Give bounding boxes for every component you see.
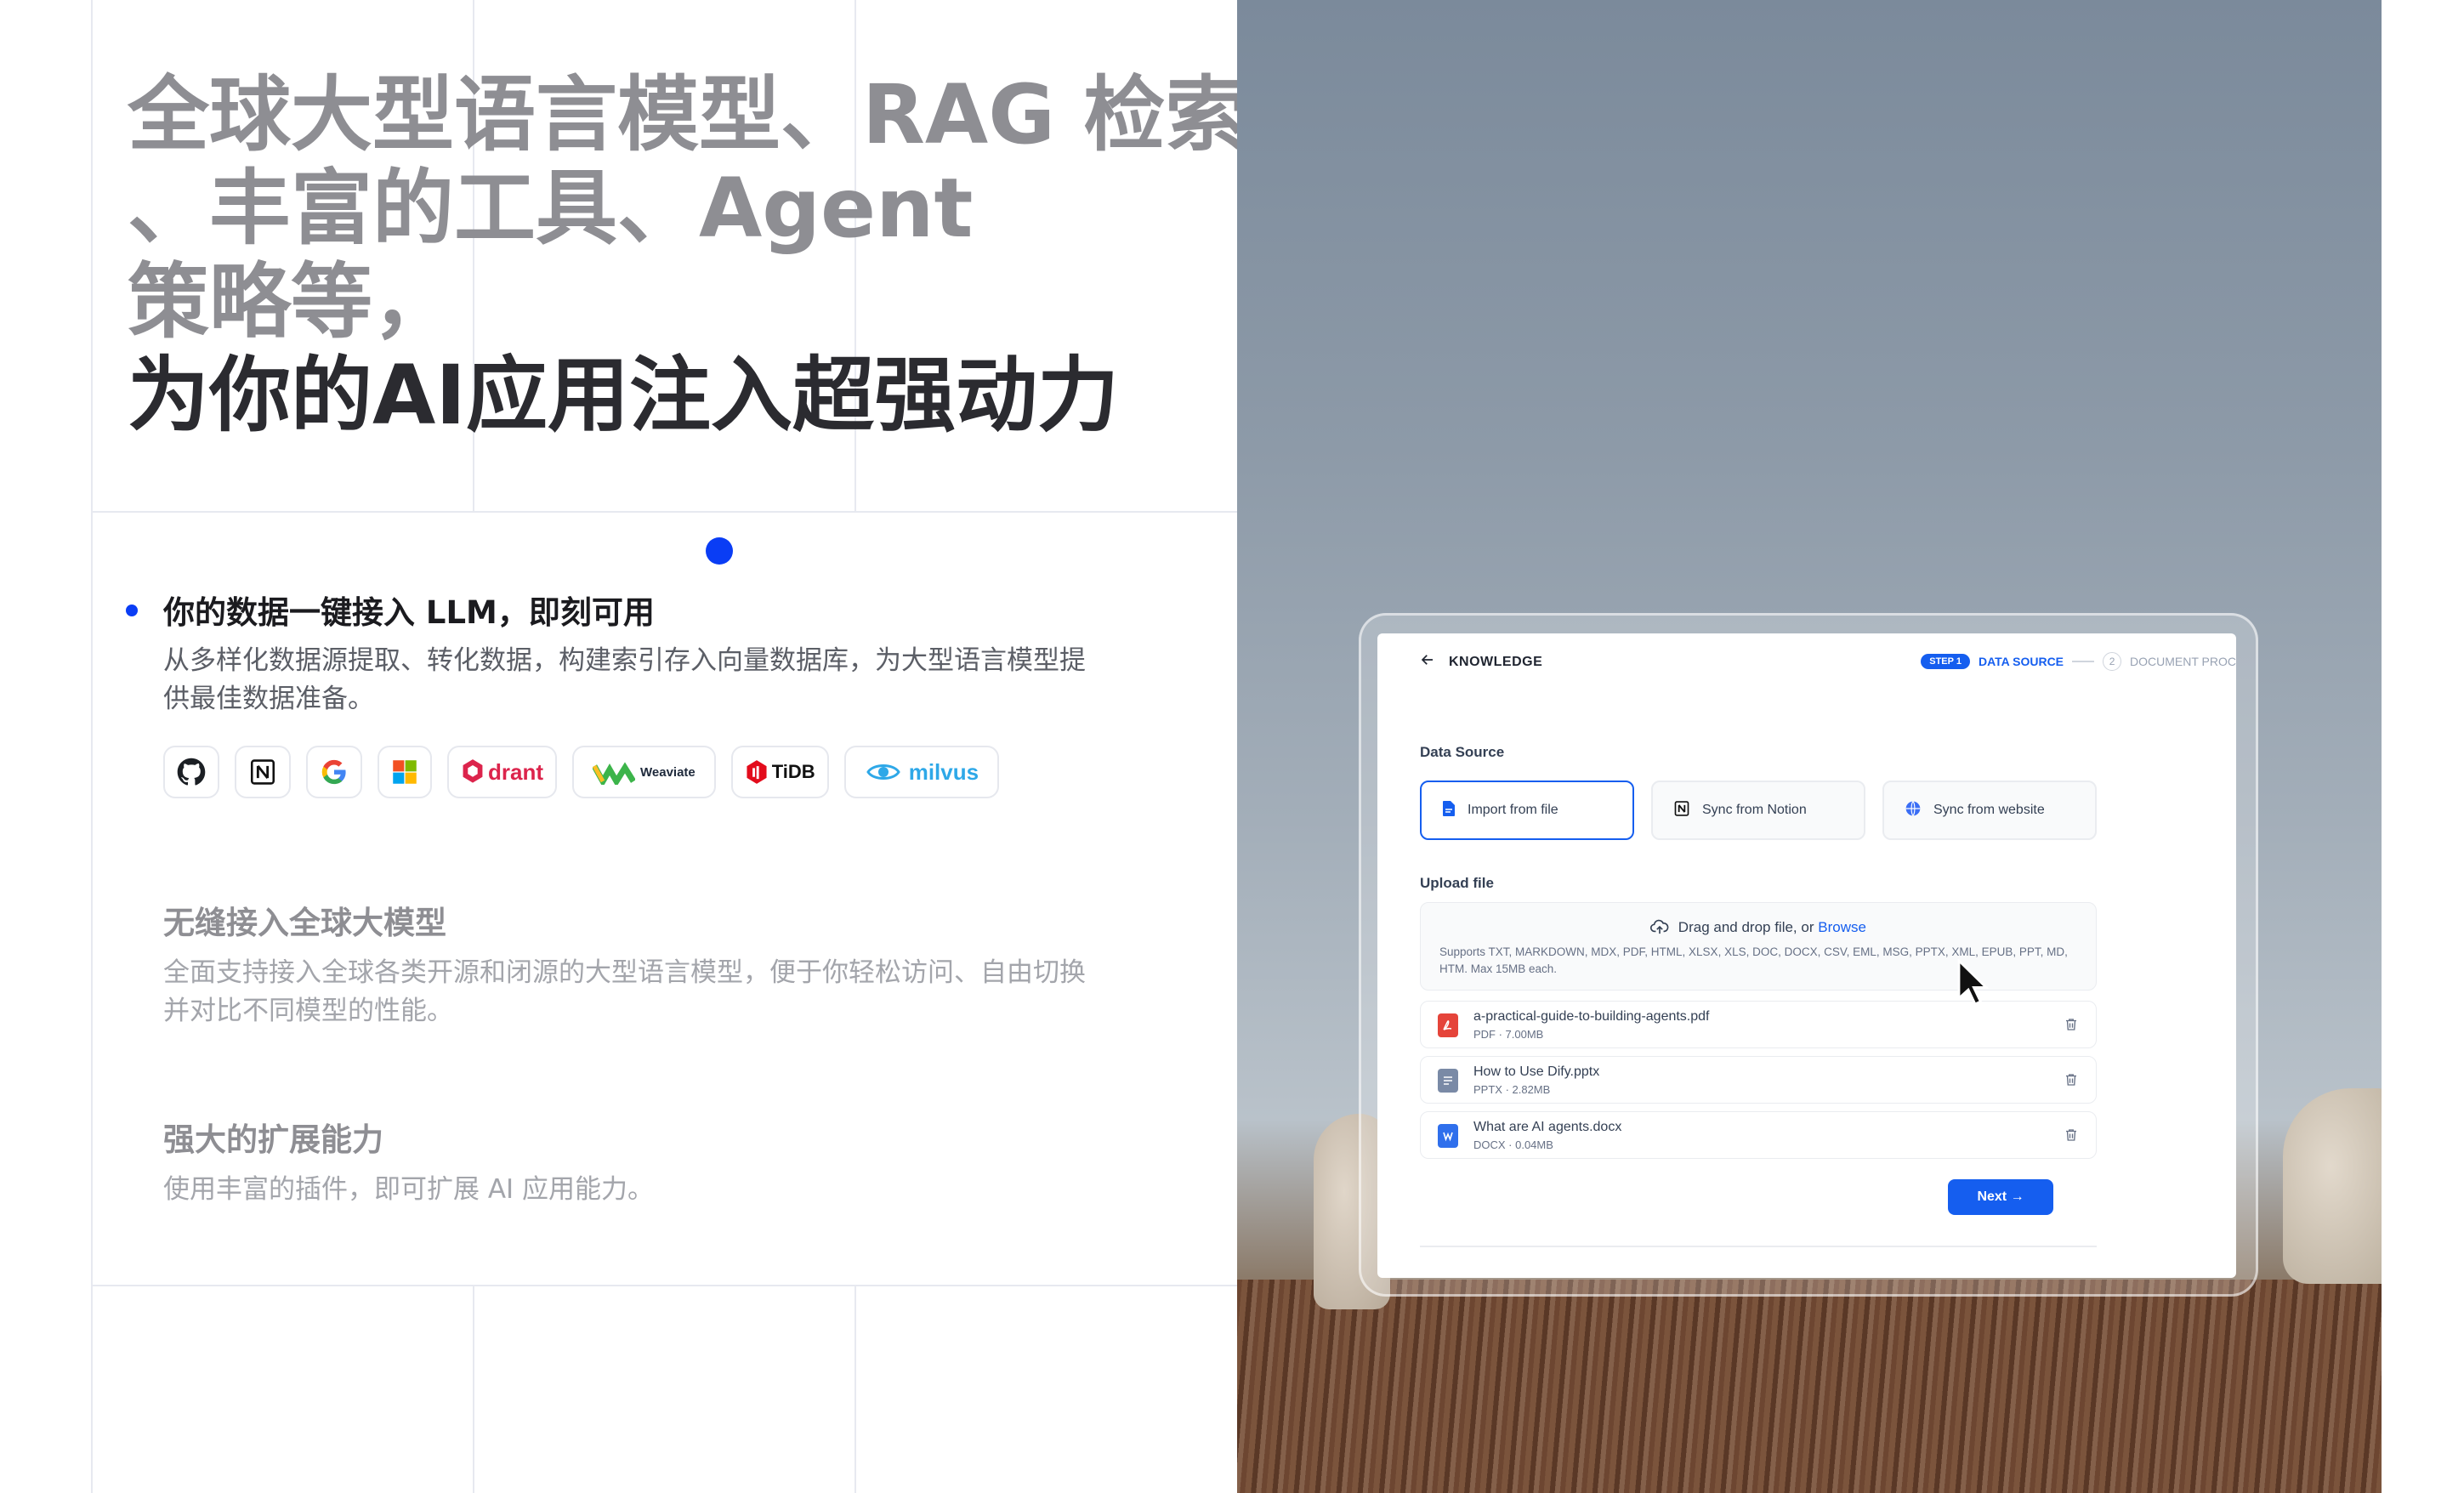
headline-line-1: 全球大型语言模型、RAG 检索: [128, 67, 1247, 162]
weaviate-logo: Weaviate: [572, 746, 716, 798]
import-from-file-option[interactable]: Import from file: [1420, 781, 1634, 840]
microsoft-icon: [378, 746, 432, 798]
upload-cloud-icon: [1650, 918, 1669, 940]
google-icon: [306, 746, 362, 798]
feature-panel: 全球大型语言模型、RAG 检索 、丰富的工具、Agent 策略等， 为你的AI应…: [0, 0, 1247, 1493]
step-2-number: 2: [2103, 652, 2122, 671]
source-label: Sync from website: [1933, 803, 2045, 817]
step-1-label: DATA SOURCE: [1978, 655, 2064, 668]
qdrant-logo: drant: [447, 746, 557, 798]
integration-logos: drant Weaviate TiDB milvus: [163, 746, 1000, 800]
sync-from-website-option[interactable]: Sync from website: [1882, 781, 2097, 840]
weaviate-text: Weaviate: [640, 764, 695, 780]
mouse-cursor-icon: [1956, 957, 1990, 1010]
file-meta: PDF · 7.00MB: [1473, 1028, 1544, 1041]
grid-line: [91, 511, 1239, 513]
active-bullet: [126, 605, 138, 616]
divider: [1420, 1246, 2097, 1247]
file-name: a-practical-guide-to-building-agents.pdf: [1473, 1009, 1710, 1024]
sync-from-notion-option[interactable]: Sync from Notion: [1651, 781, 1865, 840]
grid-line: [854, 1286, 856, 1493]
file-name: What are AI agents.docx: [1473, 1120, 1622, 1134]
file-dropzone[interactable]: Drag and drop file, or Browse Supports T…: [1420, 902, 2097, 991]
feature-title[interactable]: 强大的扩展能力: [163, 1114, 383, 1160]
headline-line-3: 策略等，: [128, 254, 454, 349]
sheep-image: [2283, 1088, 2382, 1284]
grid-line: [473, 1286, 474, 1493]
feature-desc: 全面支持接入全球各类开源和闭源的大型语言模型，便于你轻松访问、自由切换并对比不同…: [163, 957, 1086, 1026]
page-margin: [2382, 0, 2464, 1493]
notion-icon: [1673, 800, 1690, 821]
dirt-ground: [1237, 1280, 2382, 1493]
step-connector: [2072, 661, 2095, 662]
back-arrow-icon[interactable]: [1420, 652, 1435, 672]
grid-line: [91, 1285, 1239, 1286]
file-meta: DOCX · 0.04MB: [1473, 1138, 1553, 1151]
browse-link[interactable]: Browse: [1818, 919, 1866, 935]
data-source-label: Data Source: [1420, 744, 1505, 760]
feature-title-active[interactable]: 你的数据一键接入 LLM，即刻可用: [163, 587, 655, 633]
source-label: Import from file: [1468, 803, 1558, 817]
drop-instruction: Drag and drop file, or: [1678, 919, 1814, 935]
source-label: Sync from Notion: [1702, 803, 1807, 817]
pdf-icon: [1438, 1013, 1458, 1037]
knowledge-title[interactable]: KNOWLEDGE: [1449, 655, 1542, 670]
upload-file-label: Upload file: [1420, 875, 1494, 891]
tidb-logo: TiDB: [730, 746, 829, 798]
qdrant-text: drant: [488, 758, 543, 785]
progress-dot: [706, 537, 733, 565]
github-icon: [163, 746, 219, 798]
headline-line-2: 、丰富的工具、Agent: [128, 161, 974, 256]
milvus-text: milvus: [908, 758, 979, 785]
notion-icon: [235, 746, 291, 798]
feature-desc: 使用丰富的插件，即可扩展 AI 应用能力。: [163, 1174, 655, 1205]
file-meta: PPTX · 2.82MB: [1473, 1083, 1551, 1096]
file-icon: [1442, 800, 1456, 821]
file-name: How to Use Dify.pptx: [1473, 1064, 1600, 1079]
tidb-text: TiDB: [771, 761, 815, 782]
headline-line-4: 为你的AI应用注入超强动力: [128, 348, 1120, 443]
grid-line: [91, 0, 93, 1493]
step-indicator: STEP 1 DATA SOURCE 2 DOCUMENT PROC: [1921, 652, 2236, 671]
knowledge-app-window: KNOWLEDGE STEP 1 DATA SOURCE 2 DOCUMENT …: [1377, 633, 2236, 1278]
dropzone-text: Drag and drop file, or Browse: [1421, 918, 2096, 940]
feature-desc-active: 从多样化数据源提取、转化数据，构建索引存入向量数据库，为大型语言模型提供最佳数据…: [163, 645, 1086, 714]
next-button[interactable]: Next →: [1948, 1179, 2053, 1215]
globe-icon: [1905, 800, 1922, 821]
pptx-icon: [1438, 1069, 1458, 1093]
app-topbar: KNOWLEDGE: [1420, 652, 1542, 672]
headline: 全球大型语言模型、RAG 检索 、丰富的工具、Agent 策略等， 为你的AI应…: [128, 67, 1247, 443]
trash-icon[interactable]: [2064, 1072, 2079, 1092]
docx-icon: [1438, 1124, 1458, 1148]
step-2-label: DOCUMENT PROC: [2130, 655, 2236, 668]
milvus-logo: milvus: [843, 746, 1000, 798]
step-1-badge: STEP 1: [1921, 654, 1970, 669]
feature-title[interactable]: 无缝接入全球大模型: [163, 897, 446, 943]
uploaded-file-row: How to Use Dify.pptx PPTX · 2.82MB: [1420, 1056, 2097, 1104]
uploaded-file-row: What are AI agents.docx DOCX · 0.04MB: [1420, 1111, 2097, 1159]
trash-icon[interactable]: [2064, 1017, 2079, 1036]
uploaded-file-row: a-practical-guide-to-building-agents.pdf…: [1420, 1001, 2097, 1048]
trash-icon[interactable]: [2064, 1127, 2079, 1147]
